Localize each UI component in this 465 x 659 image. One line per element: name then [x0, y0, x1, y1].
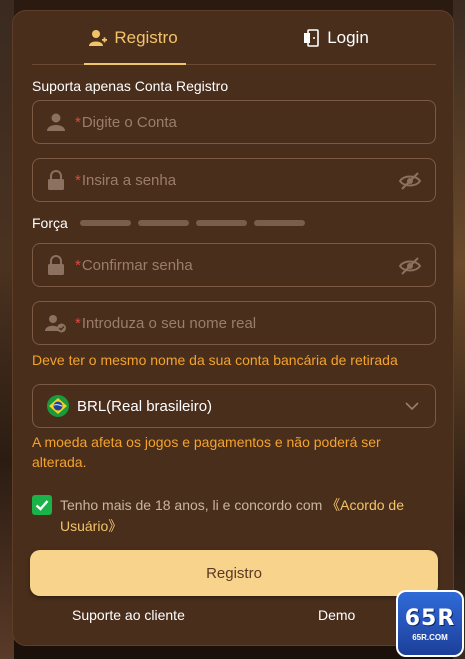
- strength-bar: [253, 220, 305, 226]
- currency-select[interactable]: BRL(Real brasileiro): [32, 384, 436, 428]
- lock-icon: [45, 169, 67, 191]
- user-verified-icon: [45, 312, 67, 334]
- eye-closed-icon[interactable]: [398, 254, 422, 278]
- agree-statement: Tenho mais de 18 anos, li e concordo com: [60, 497, 323, 513]
- register-panel: Registro Login Suporta apenas Conta Regi…: [12, 10, 454, 646]
- currency-value: BRL(Real brasileiro): [77, 397, 213, 415]
- currency-hint: A moeda afeta os jogos e pagamentos e nã…: [32, 434, 381, 470]
- account-placeholder: Digite o Conta: [81, 113, 177, 131]
- required-mark: *: [75, 171, 81, 189]
- lock-icon: [45, 254, 67, 276]
- auth-tabs: Registro Login: [32, 11, 436, 65]
- eye-closed-icon[interactable]: [398, 169, 422, 193]
- account-input[interactable]: * Digite o Conta: [32, 100, 436, 144]
- agree-text: Tenho mais de 18 anos, li e concordo com…: [60, 495, 432, 537]
- password-placeholder: Insira a senha: [81, 171, 177, 189]
- tab-login[interactable]: Login: [234, 11, 436, 64]
- user-icon: [45, 111, 67, 133]
- chevron-down-icon: [405, 402, 419, 411]
- tab-registro-label: Registro: [114, 27, 178, 47]
- strength-label: Força: [32, 215, 68, 231]
- account-note: Suporta apenas Conta Registro: [32, 78, 229, 94]
- user-add-icon: [89, 29, 108, 46]
- tab-login-label: Login: [327, 27, 369, 47]
- agree-checkbox[interactable]: [32, 495, 52, 515]
- demo-link[interactable]: Demo: [318, 607, 355, 623]
- confirm-password-placeholder: Confirmar senha: [81, 256, 193, 274]
- required-mark: *: [75, 113, 81, 131]
- tab-registro[interactable]: Registro: [32, 11, 234, 65]
- check-icon: [35, 500, 49, 511]
- customer-support-link[interactable]: Suporte ao cliente: [72, 607, 185, 623]
- required-mark: *: [75, 314, 81, 332]
- real-name-hint: Deve ter o mesmo nome da sua conta bancá…: [32, 352, 398, 368]
- background-right: [453, 0, 465, 659]
- password-strength: Força: [32, 215, 312, 231]
- required-mark: *: [75, 256, 81, 274]
- brand-badge: 65R 65R.COM: [396, 590, 464, 657]
- brand-domain: 65R.COM: [412, 632, 448, 642]
- register-button[interactable]: Registro: [30, 550, 438, 596]
- strength-bar: [137, 220, 189, 226]
- password-input[interactable]: * Insira a senha: [32, 158, 436, 202]
- login-door-icon: [304, 28, 319, 47]
- strength-bar: [195, 220, 247, 226]
- brand-logo: 65R: [404, 605, 456, 631]
- real-name-placeholder: Introduza o seu nome real: [81, 314, 257, 332]
- strength-bar: [79, 220, 131, 226]
- confirm-password-input[interactable]: * Confirmar senha: [32, 243, 436, 287]
- brazil-flag-icon: [47, 395, 69, 417]
- real-name-input[interactable]: * Introduza o seu nome real: [32, 301, 436, 345]
